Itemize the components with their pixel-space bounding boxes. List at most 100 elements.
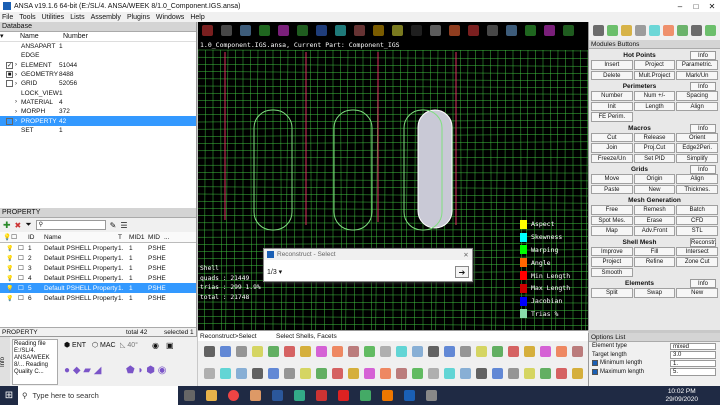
module-button[interactable]: Orient [676,132,718,142]
toolbar-icon[interactable] [297,25,308,36]
tool-icon[interactable] [268,368,279,379]
tool-icon[interactable] [556,346,567,357]
tool-icon[interactable] [284,346,295,357]
tool-icon[interactable] [540,346,551,357]
tool-icon[interactable] [364,346,375,357]
toolbar-icon[interactable] [593,25,604,36]
tool-icon[interactable] [236,346,247,357]
tool-icon[interactable] [332,368,343,379]
visibility-icon[interactable]: 💡 [0,285,18,292]
module-button[interactable]: New [633,184,676,194]
tool-icon[interactable] [316,368,327,379]
tool-icon[interactable] [540,368,551,379]
property-row[interactable]: 💡 ☐ 2 Default PSHELL Property 1. 1 PSHE [0,253,196,263]
tool-icon[interactable] [204,368,215,379]
checkbox[interactable]: ☐ [18,284,28,292]
module-button[interactable]: Zone Cut [676,257,718,267]
tool-icon[interactable] [428,346,439,357]
menu-item[interactable]: Assembly [91,14,121,21]
next-arrow-button[interactable]: ➔ [455,265,469,278]
module-button[interactable]: Join [591,143,633,153]
tool-icon[interactable] [444,346,455,357]
option-value[interactable]: 3.0 [670,351,716,359]
search-input[interactable]: ⚲ [35,220,106,230]
section-info-button[interactable]: Info [690,279,716,288]
option-value[interactable]: 5. [670,368,716,376]
module-button[interactable]: Insert [591,60,633,70]
tool-icon[interactable] [284,368,295,379]
tool-icon[interactable] [524,346,535,357]
close-icon[interactable]: ✕ [460,251,472,259]
app-icon[interactable] [376,386,398,405]
tool-icon[interactable] [252,346,263,357]
add-icon[interactable]: ✚ [3,220,11,231]
module-button[interactable]: Split [591,288,633,298]
delete-icon[interactable]: ✖ [15,221,22,230]
tool-icon[interactable] [268,346,279,357]
col-name[interactable]: Name [20,32,63,41]
toolbar-icon[interactable] [506,25,517,36]
toolbar-icon[interactable] [607,25,618,36]
property-row[interactable]: 💡 ☐ 4 Default PSHELL Property 1. 1 PSHE [0,273,196,283]
media-icon[interactable] [244,386,266,405]
legend-item[interactable]: Min Length [520,269,585,282]
toolbar-icon[interactable] [449,25,460,36]
app-icon[interactable] [288,386,310,405]
ansa-taskbar-icon[interactable] [398,386,420,405]
module-button[interactable]: Cut [591,132,633,142]
toolbar-icon[interactable] [335,25,346,36]
visibility-icon[interactable]: 💡 [0,245,18,252]
module-button[interactable]: Mult.Project [633,70,676,80]
property-row[interactable]: 💡 ☐ 6 Default PSHELL Property 1. 1 PSHE [0,293,196,303]
tool-icon[interactable] [396,346,407,357]
module-button[interactable]: Erase [633,215,676,225]
tool-icon[interactable] [492,368,503,379]
menu-item[interactable]: Lists [70,14,84,21]
checkbox[interactable]: ■ [6,71,13,79]
module-button[interactable]: Paste [591,184,633,194]
app-icon[interactable] [420,386,442,405]
tool-icon[interactable] [476,368,487,379]
tool-icon[interactable] [444,368,455,379]
shape-icon[interactable]: ⬟ ◗ ⬢ ◉ [126,365,167,376]
angle-field[interactable]: ◺ 40° [120,341,138,349]
module-button[interactable]: Project [591,257,633,267]
toolbar-icon[interactable] [221,25,232,36]
toolbar-icon[interactable] [635,25,646,36]
tool-icon[interactable] [316,346,327,357]
module-button[interactable]: Thicknes. [676,184,718,194]
section-info-button[interactable]: Info [690,123,716,133]
tool-icon[interactable] [380,346,391,357]
columns-icon[interactable]: ☰ [120,221,127,230]
module-button[interactable]: Delete [591,70,633,80]
module-button[interactable]: Freeze/Un [591,153,633,163]
module-button[interactable]: Parametric. [676,60,718,70]
database-row[interactable]: LOCK_VIEW 1 [0,88,196,97]
section-info-button[interactable]: Info [690,82,716,91]
toolbar-icon[interactable] [278,25,289,36]
module-button[interactable]: STL [676,226,718,236]
database-row[interactable]: SET 1 [0,126,196,135]
module-button[interactable]: Batch [676,205,718,215]
module-button[interactable]: Intersect [676,246,718,256]
shape-icon[interactable]: ● ◆ ▰ ◢ [64,365,101,376]
col-id[interactable]: ID [28,232,44,242]
database-row[interactable]: ANSAPART 1 [0,42,196,51]
module-button[interactable]: Spacing [676,91,718,101]
clock[interactable]: 10:02 PM 29/09/2020 [665,388,698,404]
taskbar-search[interactable]: ⚲ Type here to search [18,386,178,405]
legend-item[interactable]: Trias % [520,308,585,321]
module-button[interactable]: Mark/Un [676,70,718,80]
toolbar-icon[interactable] [240,25,251,36]
module-button[interactable]: Edge2Peri. [676,143,718,153]
filter-icon[interactable]: ⏷ [25,220,31,230]
chrome-icon[interactable] [222,386,244,405]
edit-icon[interactable]: ✎ [110,221,117,230]
tool-icon[interactable] [332,346,343,357]
module-button[interactable]: Align [676,101,718,111]
module-button[interactable]: CFD [676,215,718,225]
legend-item[interactable]: Warping [520,244,585,257]
tool-icon[interactable] [524,368,535,379]
close-button[interactable]: ✕ [704,2,720,11]
visibility-icon[interactable]: 💡 [0,265,18,272]
